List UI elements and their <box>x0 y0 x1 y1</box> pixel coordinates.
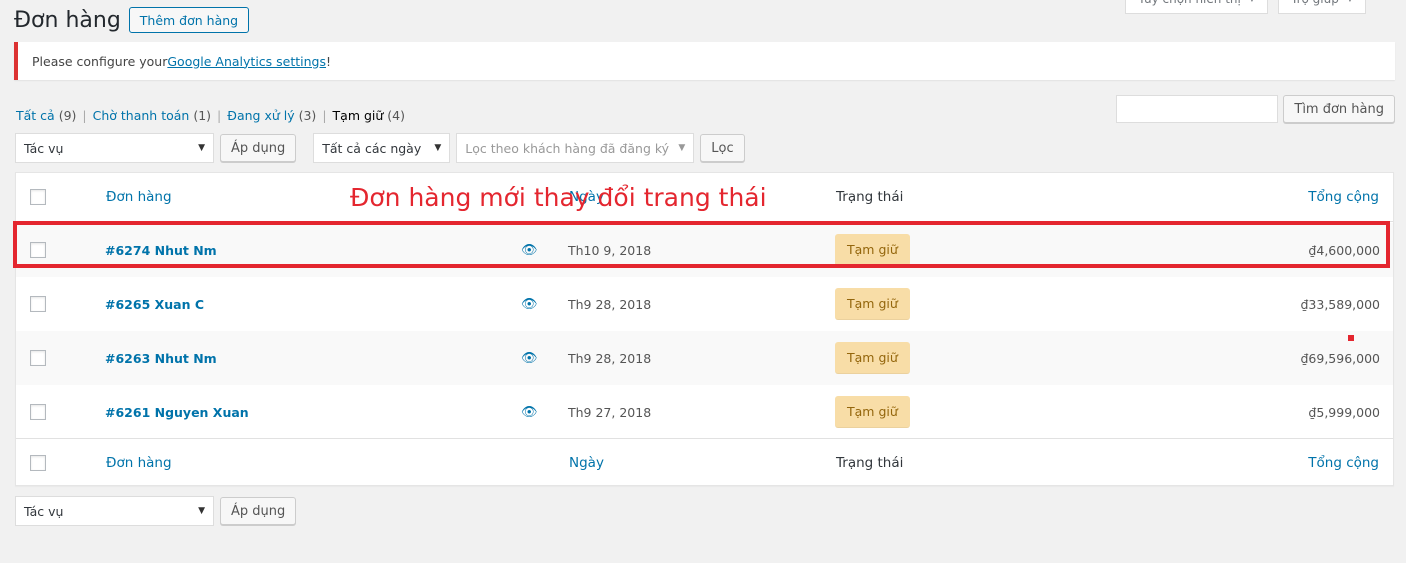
order-total: ₫4,600,000 <box>1308 242 1380 258</box>
search-orders-button[interactable]: Tìm đơn hàng <box>1283 95 1395 123</box>
search-box: Tìm đơn hàng <box>1116 95 1395 123</box>
select-all-checkbox[interactable] <box>30 189 46 205</box>
table-row[interactable]: #6274 Nhut Nm 👁 Th10 9, 2018 Tạm giữ ₫4,… <box>16 223 1393 277</box>
status-badge: Tạm giữ <box>835 396 910 428</box>
screen-options-label: Tùy chọn hiển thị <box>1138 0 1241 9</box>
preview-eye-icon[interactable]: 👁 <box>521 351 538 366</box>
preview-eye-icon[interactable]: 👁 <box>521 243 538 258</box>
bulk-action-value: Tác vụ <box>24 140 64 156</box>
order-date: Th9 27, 2018 <box>568 404 652 420</box>
date-filter-value: Tất cả các ngày <box>322 140 422 156</box>
order-total: ₫5,999,000 <box>1308 404 1380 420</box>
dropdown-arrow-icon: ▼ <box>198 143 205 153</box>
tablenav-top: Tác vụ ▼ Áp dụng Tất cả các ngày ▼ Lọc t… <box>15 133 745 163</box>
preview-eye-icon[interactable]: 👁 <box>521 297 538 312</box>
preview-eye-icon[interactable]: 👁 <box>521 405 538 420</box>
filter-pending-count: (1) <box>193 108 212 123</box>
bulk-action-select-bottom[interactable]: Tác vụ ▼ <box>15 496 214 526</box>
status-filters: Tất cả (9) | Chờ thanh toán (1) | Đang x… <box>16 108 405 123</box>
column-total-header[interactable]: Tổng cộng <box>1308 173 1379 221</box>
screen-meta: Tùy chọn hiển thị ▼ Trợ giúp ▼ <box>1125 0 1366 14</box>
status-badge: Tạm giữ <box>835 234 910 266</box>
filter-processing-count: (3) <box>298 108 317 123</box>
table-row[interactable]: #6265 Xuan C 👁 Th9 28, 2018 Tạm giữ ₫33,… <box>16 277 1393 331</box>
row-checkbox[interactable] <box>30 296 46 312</box>
filter-all[interactable]: Tất cả <box>16 108 55 123</box>
analytics-notice: Please configure your Google Analytics s… <box>14 42 1395 80</box>
select-all-checkbox-footer[interactable] <box>30 454 46 471</box>
order-date: Th9 28, 2018 <box>568 296 652 312</box>
tablenav-bottom: Tác vụ ▼ Áp dụng <box>15 496 297 526</box>
separator: | <box>82 108 87 123</box>
filter-on-hold[interactable]: Tạm giữ <box>333 108 384 123</box>
column-status-header: Trạng thái <box>836 189 904 205</box>
annotation-dot <box>1348 335 1354 341</box>
apply-button-bottom[interactable]: Áp dụng <box>220 497 297 525</box>
notice-text: Please configure your <box>32 53 168 69</box>
bulk-action-value: Tác vụ <box>24 503 64 519</box>
filter-pending[interactable]: Chờ thanh toán <box>93 108 190 123</box>
analytics-settings-link[interactable]: Google Analytics settings <box>167 54 326 69</box>
column-order-footer[interactable]: Đơn hàng <box>106 439 172 486</box>
customer-filter-select[interactable]: Lọc theo khách hàng đã đăng ký ▼ <box>456 133 695 163</box>
order-total: ₫69,596,000 <box>1300 350 1380 366</box>
filter-processing[interactable]: Đang xử lý <box>227 108 294 123</box>
annotation-text: Đơn hàng mới thay đổi trang thái <box>350 183 767 212</box>
separator: | <box>322 108 327 123</box>
select-all-cell <box>30 173 46 221</box>
row-checkbox[interactable] <box>30 404 46 420</box>
order-total: ₫33,589,000 <box>1300 296 1380 312</box>
status-badge: Tạm giữ <box>835 342 910 374</box>
order-link[interactable]: #6274 Nhut Nm <box>105 243 217 258</box>
order-link[interactable]: #6265 Xuan C <box>105 297 204 312</box>
order-date: Th9 28, 2018 <box>568 350 652 366</box>
dropdown-arrow-icon: ▼ <box>434 143 442 153</box>
help-tab[interactable]: Trợ giúp ▼ <box>1278 0 1366 14</box>
order-date: Th10 9, 2018 <box>568 242 652 258</box>
orders-table: Đơn hàng Ngày Trạng thái Tổng cộng #6274… <box>15 172 1394 486</box>
table-row[interactable]: #6261 Nguyen Xuan 👁 Th9 27, 2018 Tạm giữ… <box>16 385 1393 439</box>
bulk-action-select[interactable]: Tác vụ ▼ <box>15 133 214 163</box>
search-input[interactable] <box>1116 95 1279 123</box>
row-checkbox[interactable] <box>30 242 46 258</box>
select-all-cell <box>30 439 46 486</box>
page-header: Đơn hàng Thêm đơn hàng <box>14 7 250 33</box>
column-date-footer[interactable]: Ngày <box>569 439 604 486</box>
date-filter-select[interactable]: Tất cả các ngày ▼ <box>313 133 451 163</box>
table-row[interactable]: #6263 Nhut Nm 👁 Th9 28, 2018 Tạm giữ ₫69… <box>16 331 1393 385</box>
screen-options-tab[interactable]: Tùy chọn hiển thị ▼ <box>1125 0 1268 14</box>
column-order-header[interactable]: Đơn hàng <box>106 173 172 221</box>
order-link[interactable]: #6261 Nguyen Xuan <box>105 405 249 420</box>
page-title: Đơn hàng <box>14 7 121 33</box>
chevron-down-icon: ▼ <box>1347 0 1353 9</box>
column-status-footer: Trạng thái <box>836 454 904 471</box>
order-link[interactable]: #6263 Nhut Nm <box>105 351 217 366</box>
row-checkbox[interactable] <box>30 350 46 366</box>
help-label: Trợ giúp <box>1291 0 1339 9</box>
chevron-down-icon: ▼ <box>1249 0 1255 9</box>
filter-button[interactable]: Lọc <box>700 134 745 162</box>
notice-text-end: ! <box>326 53 332 69</box>
dropdown-arrow-icon: ▼ <box>678 143 686 153</box>
status-badge: Tạm giữ <box>835 288 910 320</box>
table-footer: Đơn hàng Ngày Trạng thái Tổng cộng <box>16 438 1393 486</box>
customer-filter-placeholder: Lọc theo khách hàng đã đăng ký <box>465 140 670 156</box>
separator: | <box>217 108 222 123</box>
apply-button[interactable]: Áp dụng <box>220 134 297 162</box>
column-total-footer[interactable]: Tổng cộng <box>1308 439 1379 486</box>
dropdown-arrow-icon: ▼ <box>198 506 205 516</box>
filter-on-hold-count: (4) <box>387 108 406 123</box>
filter-all-count: (9) <box>58 108 77 123</box>
add-order-button[interactable]: Thêm đơn hàng <box>128 7 250 33</box>
